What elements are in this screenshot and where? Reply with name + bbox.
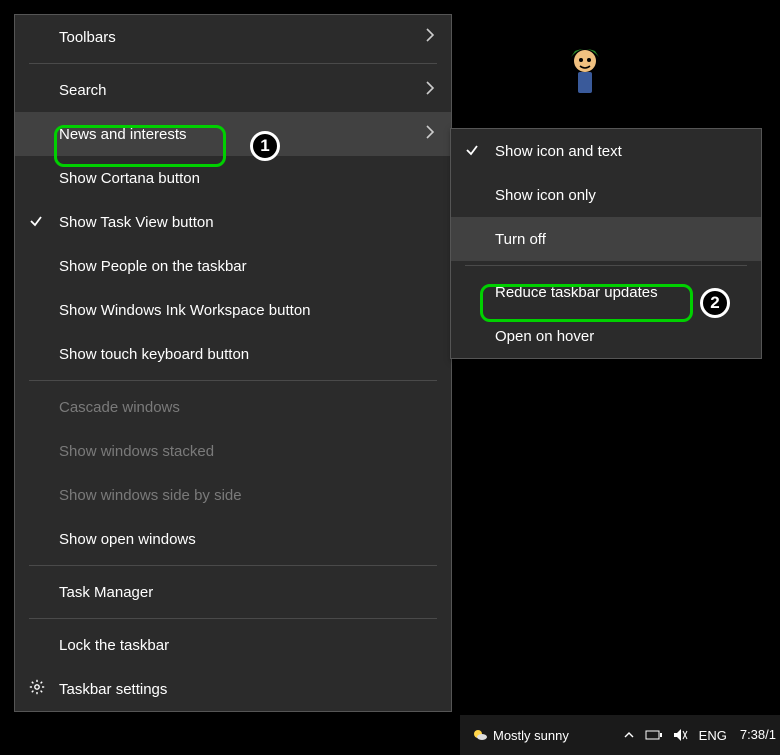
menu-label: Show touch keyboard button xyxy=(59,346,439,363)
menu-label: Show icon and text xyxy=(495,143,749,160)
submenu-item-show-icon-only[interactable]: Show icon only xyxy=(451,173,761,217)
date-text: 8/1 xyxy=(758,728,776,742)
weather-widget[interactable]: Mostly sunny xyxy=(471,726,569,744)
menu-label: Task Manager xyxy=(59,584,439,601)
submenu-item-reduce-updates[interactable]: Reduce taskbar updates xyxy=(451,270,761,314)
menu-separator xyxy=(465,265,747,266)
language-indicator[interactable]: ENG xyxy=(699,728,727,743)
submenu-item-show-icon-text[interactable]: Show icon and text xyxy=(451,129,761,173)
menu-item-touch-keyboard[interactable]: Show touch keyboard button xyxy=(15,332,451,376)
menu-item-people[interactable]: Show People on the taskbar xyxy=(15,244,451,288)
menu-item-side-by-side: Show windows side by side xyxy=(15,473,451,517)
menu-label: Show People on the taskbar xyxy=(59,258,439,275)
menu-item-taskbar-settings[interactable]: Taskbar settings xyxy=(15,667,451,711)
battery-icon[interactable] xyxy=(645,729,663,741)
language-text: ENG xyxy=(699,728,727,743)
taskbar[interactable]: Mostly sunny ENG 7:3 8/1 xyxy=(460,715,780,755)
menu-item-stacked: Show windows stacked xyxy=(15,429,451,473)
menu-item-cascade: Cascade windows xyxy=(15,385,451,429)
volume-icon[interactable] xyxy=(673,728,689,742)
news-interests-submenu: Show icon and text Show icon only Turn o… xyxy=(450,128,762,359)
time-text: 7:3 xyxy=(740,728,758,742)
menu-item-search[interactable]: Search xyxy=(15,68,451,112)
clock[interactable]: 7:3 8/1 xyxy=(740,728,776,742)
taskbar-context-menu: Toolbars Search News and interests Show … xyxy=(14,14,452,712)
menu-label: Show Cortana button xyxy=(59,170,439,187)
menu-item-toolbars[interactable]: Toolbars xyxy=(15,15,451,59)
menu-label: Show Task View button xyxy=(59,214,439,231)
tray-chevron-icon[interactable] xyxy=(623,729,635,741)
menu-label: Open on hover xyxy=(495,328,749,345)
weather-text: Mostly sunny xyxy=(493,728,569,743)
menu-separator xyxy=(29,380,437,381)
menu-item-cortana[interactable]: Show Cortana button xyxy=(15,156,451,200)
submenu-item-turn-off[interactable]: Turn off xyxy=(451,217,761,261)
gear-icon xyxy=(29,679,45,699)
menu-separator xyxy=(29,63,437,64)
submenu-item-open-on-hover[interactable]: Open on hover xyxy=(451,314,761,358)
menu-label: Show windows side by side xyxy=(59,487,439,504)
menu-label: Show windows stacked xyxy=(59,443,439,460)
menu-separator xyxy=(29,565,437,566)
menu-item-lock-taskbar[interactable]: Lock the taskbar xyxy=(15,623,451,667)
menu-label: News and interests xyxy=(59,126,425,143)
chevron-right-icon xyxy=(425,27,435,48)
menu-separator xyxy=(29,618,437,619)
menu-label: Show Windows Ink Workspace button xyxy=(59,302,439,319)
menu-label: Taskbar settings xyxy=(59,681,439,698)
menu-item-news-and-interests[interactable]: News and interests xyxy=(15,112,451,156)
menu-label: Toolbars xyxy=(59,29,425,46)
menu-item-open-windows[interactable]: Show open windows xyxy=(15,517,451,561)
menu-label: Search xyxy=(59,82,425,99)
menu-item-task-manager[interactable]: Task Manager xyxy=(15,570,451,614)
menu-item-ink[interactable]: Show Windows Ink Workspace button xyxy=(15,288,451,332)
menu-item-task-view[interactable]: Show Task View button xyxy=(15,200,451,244)
menu-label: Reduce taskbar updates xyxy=(495,284,749,301)
desktop-avatar xyxy=(565,45,605,93)
menu-label: Lock the taskbar xyxy=(59,637,439,654)
check-icon xyxy=(29,214,43,231)
check-icon xyxy=(465,143,479,160)
menu-label: Show icon only xyxy=(495,187,749,204)
chevron-right-icon xyxy=(425,124,435,145)
menu-label: Turn off xyxy=(495,231,749,248)
chevron-right-icon xyxy=(425,80,435,101)
menu-label: Cascade windows xyxy=(59,399,439,416)
menu-label: Show open windows xyxy=(59,531,439,548)
